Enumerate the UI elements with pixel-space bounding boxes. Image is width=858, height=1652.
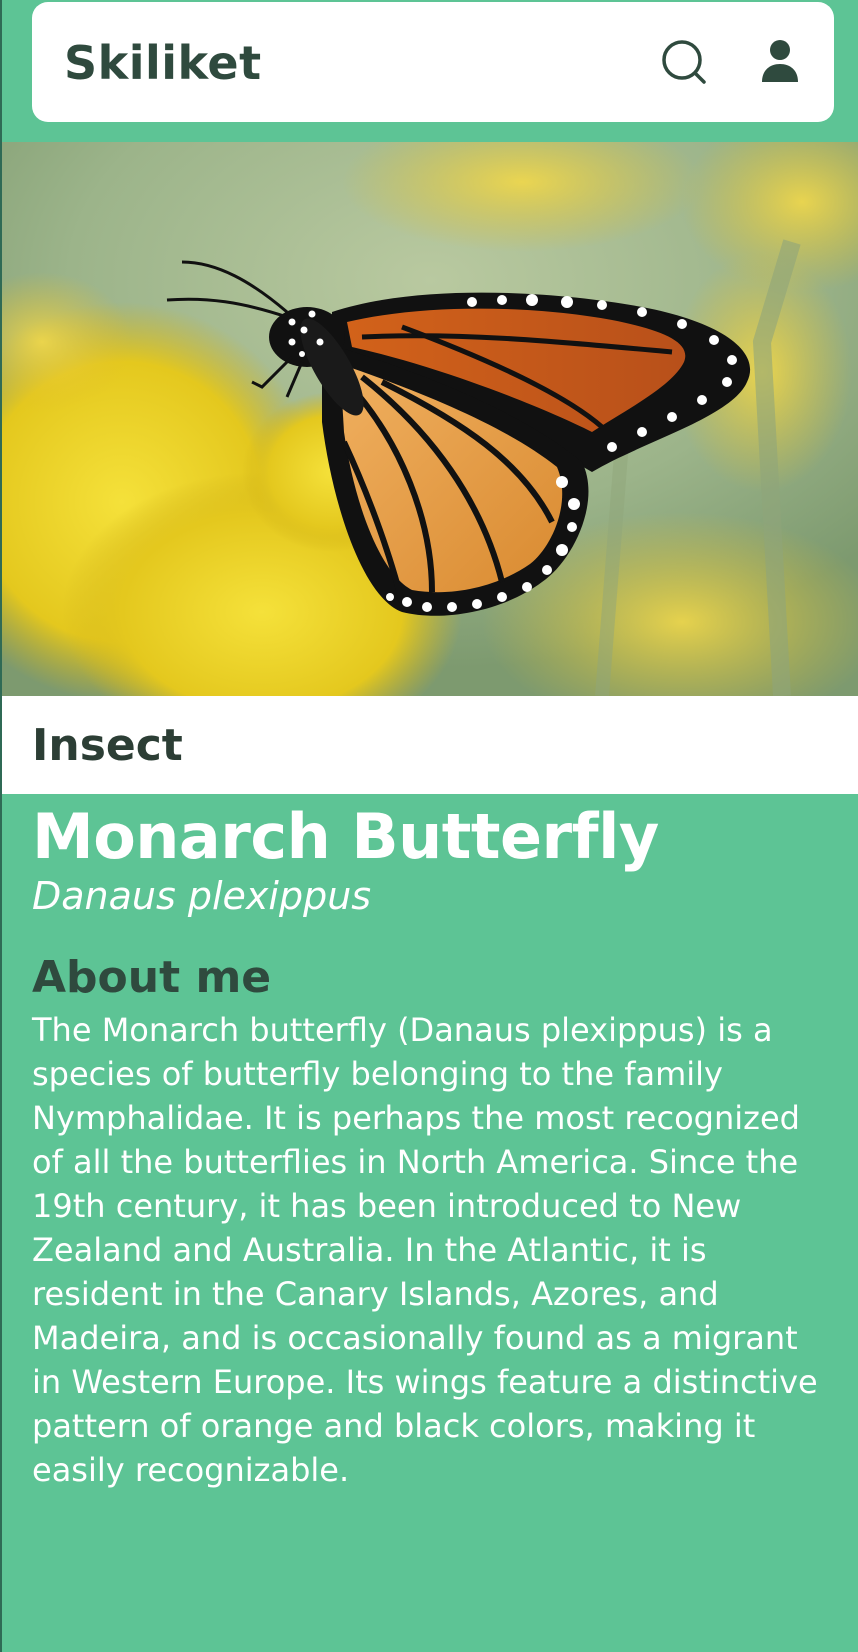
about-heading: About me	[32, 952, 272, 1003]
category-label: Insect	[32, 720, 183, 771]
hero-image	[2, 142, 858, 696]
scientific-name: Danaus plexippus	[32, 874, 372, 918]
search-button[interactable]	[660, 38, 710, 88]
species-title: Monarch Butterfly	[32, 800, 659, 873]
search-icon	[662, 40, 706, 84]
category-band: Insect	[2, 696, 858, 794]
app-brand[interactable]: Skiliket	[64, 36, 262, 90]
butterfly-photo	[2, 142, 858, 696]
user-icon	[762, 40, 798, 82]
profile-button[interactable]	[760, 38, 800, 84]
top-bar: Skiliket	[32, 2, 834, 122]
species-page: Skiliket Insect Monarch Butterfly Danaus…	[0, 0, 858, 1652]
about-description: The Monarch butterfly (Danaus plexippus)…	[32, 1011, 818, 1489]
